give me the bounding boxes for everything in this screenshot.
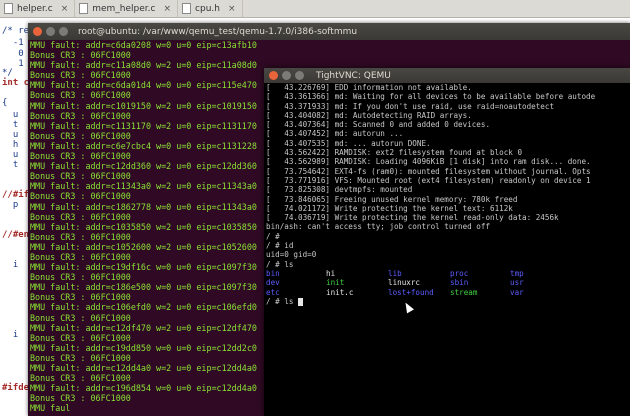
code-line: i bbox=[2, 330, 19, 340]
code-line: u bbox=[2, 110, 19, 120]
file-icon bbox=[4, 3, 13, 14]
code-line: i bbox=[2, 260, 19, 270]
vnc-console[interactable]: [ 43.226769] EDD information not availab… bbox=[264, 83, 630, 416]
ls-entry: proc bbox=[450, 268, 469, 278]
ls-entry: lib bbox=[388, 268, 402, 278]
ls-entry: tmp bbox=[510, 268, 524, 278]
code-line: t bbox=[2, 160, 19, 170]
vnc-titlebar[interactable]: TightVNC: QEMU bbox=[264, 68, 630, 83]
console-line: [ 43.407452] md: autorun ... bbox=[266, 129, 404, 139]
ls-entry: usr bbox=[510, 278, 524, 288]
editor-tab-label: cpu.h bbox=[195, 3, 220, 14]
ls-entry: lost+found bbox=[388, 287, 434, 297]
close-icon[interactable] bbox=[269, 71, 278, 80]
ls-entry: dev bbox=[266, 278, 280, 288]
minimize-icon[interactable] bbox=[46, 27, 55, 36]
ls-output-row: bin hi lib proc tmp bbox=[264, 269, 630, 278]
console-line: [ 73.825308] devtmpfs: mounted bbox=[266, 185, 413, 195]
ls-output-row: etc init.c lost+found stream var bbox=[264, 288, 630, 297]
console-line: [ 74.036719] Write protecting the kernel… bbox=[266, 213, 559, 223]
ls-entry: stream bbox=[450, 287, 478, 297]
maximize-icon[interactable] bbox=[295, 71, 304, 80]
editor-tab-bar: helper.c × mem_helper.c × cpu.h × bbox=[0, 0, 630, 18]
ls-output-row: dev init linuxrc sbin usr bbox=[264, 278, 630, 287]
terminal-titlebar[interactable]: root@ubuntu: /var/www/qemu_test/qemu-1.7… bbox=[28, 23, 630, 40]
editor-tab[interactable]: helper.c × bbox=[0, 0, 76, 17]
shell-prompt[interactable]: / # ls bbox=[264, 297, 630, 306]
console-line: / # bbox=[266, 231, 280, 241]
code-line: t bbox=[2, 120, 19, 130]
editor-tab[interactable]: mem_helper.c × bbox=[75, 0, 179, 17]
code-line: { bbox=[2, 98, 8, 108]
ls-entry: etc bbox=[266, 287, 280, 297]
code-line: 0 bbox=[2, 49, 24, 59]
maximize-icon[interactable] bbox=[59, 27, 68, 36]
vnc-title: TightVNC: QEMU bbox=[316, 70, 391, 81]
code-line: //#if bbox=[2, 190, 30, 200]
console-line: / # id bbox=[266, 241, 294, 251]
console-line: [ 43.407535] md: ... autorun DONE. bbox=[266, 138, 431, 148]
code-line: /* re bbox=[2, 26, 30, 36]
ls-entry: sbin bbox=[450, 278, 469, 288]
code-line: p bbox=[2, 200, 19, 210]
console-line: [ 43.371933] md: If you don't use raid, … bbox=[266, 101, 555, 111]
ls-entry: hi bbox=[326, 268, 336, 278]
console-line: uid=0 gid=0 bbox=[266, 250, 317, 260]
close-icon[interactable] bbox=[33, 27, 42, 36]
console-line: [ 73.771916] VFS: Mounted root (ext4 fil… bbox=[266, 175, 591, 185]
code-line: #ifde bbox=[2, 383, 30, 393]
code-line: h bbox=[2, 140, 19, 150]
ls-entry: bin bbox=[266, 268, 280, 278]
code-line: int c bbox=[2, 78, 30, 88]
editor-tab-label: mem_helper.c bbox=[92, 3, 156, 14]
editor-tab[interactable]: cpu.h × bbox=[178, 0, 243, 17]
console-line: [ 74.021172] Write protecting the kernel… bbox=[266, 203, 513, 213]
console-line: [ 43.562989] RAMDISK: Loading 4096KiB [1… bbox=[266, 157, 591, 167]
code-line: -1 bbox=[2, 38, 24, 48]
code-line: //#en bbox=[2, 230, 30, 240]
console-line: [ 43.404082] md: Autodetecting RAID arra… bbox=[266, 110, 472, 120]
close-tab-icon[interactable]: × bbox=[61, 4, 69, 14]
ls-entry: init.c bbox=[326, 287, 354, 297]
close-tab-icon[interactable]: × bbox=[163, 4, 171, 14]
close-tab-icon[interactable]: × bbox=[228, 4, 236, 14]
console-line: [ 43.226769] EDD information not availab… bbox=[266, 83, 472, 92]
file-icon bbox=[182, 3, 192, 14]
console-line: [ 43.361366] md: Waiting for all devices… bbox=[266, 92, 596, 102]
console-line: [ 73.754642] EXT4-fs (ram0): mounted fil… bbox=[266, 166, 591, 176]
terminal-title: root@ubuntu: /var/www/qemu_test/qemu-1.7… bbox=[78, 26, 358, 37]
minimize-icon[interactable] bbox=[282, 71, 291, 80]
console-line: [ 73.846065] Freeing unused kernel memor… bbox=[266, 194, 518, 204]
console-line: / # ls bbox=[266, 259, 294, 269]
terminal-line: MMU fault: addr=c6da0208 w=0 u=0 eip=c13… bbox=[30, 40, 257, 50]
code-line: u bbox=[2, 150, 19, 160]
console-line: bin/ash: can't access tty; job control t… bbox=[266, 222, 491, 232]
ls-entry: init bbox=[326, 278, 345, 288]
text-cursor bbox=[298, 297, 304, 306]
console-line: [ 43.407364] md: Scanned 0 and added 0 d… bbox=[266, 120, 491, 130]
ls-entry: linuxrc bbox=[388, 278, 421, 288]
editor-tab-label: helper.c bbox=[17, 3, 53, 14]
ls-entry: var bbox=[510, 287, 524, 297]
vnc-window[interactable]: TightVNC: QEMU [ 43.226769] EDD informat… bbox=[264, 68, 630, 416]
console-line: [ 43.562422] RAMDISK: ext2 filesystem fo… bbox=[266, 148, 523, 158]
code-line: u bbox=[2, 130, 19, 140]
file-icon bbox=[79, 3, 89, 14]
prompt-text: / # ls bbox=[266, 296, 294, 306]
terminal-line: Bonus CR3 : 06FC1000 bbox=[30, 50, 131, 61]
code-line: */ bbox=[2, 68, 13, 78]
